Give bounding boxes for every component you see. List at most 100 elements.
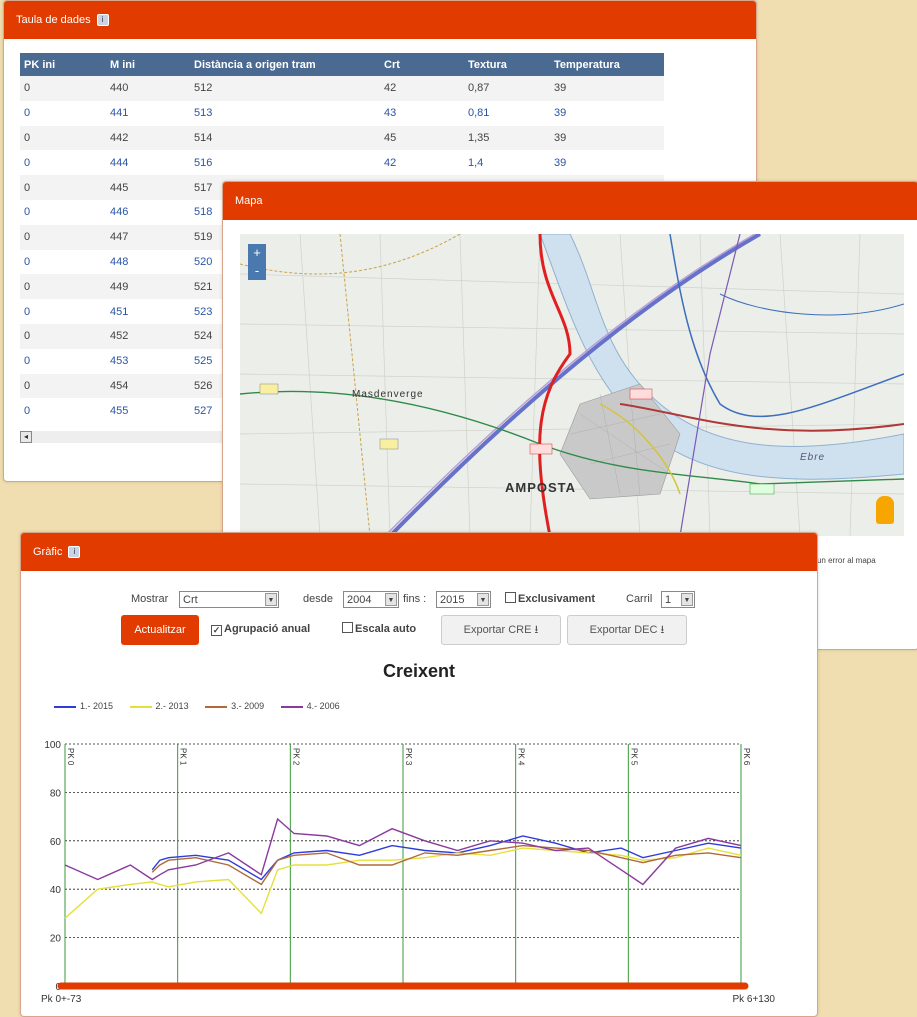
table-panel-header: Taula de dades i: [4, 1, 756, 39]
info-icon[interactable]: i: [96, 14, 109, 27]
mostrar-select[interactable]: Crt ▼: [179, 591, 279, 608]
column-header[interactable]: PK ini: [20, 53, 106, 76]
exclusivament-checkbox[interactable]: Exclusivament: [505, 591, 595, 608]
table-cell: 454: [106, 373, 190, 399]
table-cell: 514: [190, 125, 380, 151]
map-place-label: AMPOSTA: [505, 480, 577, 495]
line-chart: 020406080100PK 0PK 1PK 2PK 3PK 4PK 5PK 6…: [41, 740, 775, 1005]
table-cell: 0: [20, 323, 106, 349]
table-cell: 0: [24, 305, 31, 318]
table-cell: 449: [106, 274, 190, 300]
table-cell: 451: [110, 305, 129, 318]
agrupacio-checkbox[interactable]: ✓ Agrupació anual: [211, 621, 310, 638]
column-header[interactable]: M ini: [106, 53, 190, 76]
table-row[interactable]: 0 441 513 43 0,81 39: [20, 101, 664, 126]
table-cell: 444: [110, 156, 129, 169]
table-cell: 513: [194, 107, 213, 120]
download-icon: ⭳: [660, 624, 665, 636]
map-view[interactable]: Masdenverge AMPOSTA Ebre + -: [240, 234, 904, 536]
download-icon: ⭳: [534, 624, 539, 636]
exclusivament-label: Exclusivament: [518, 593, 596, 605]
export-cre-button[interactable]: Exportar CRE ⭳: [441, 615, 561, 645]
escala-auto-checkbox[interactable]: Escala auto: [342, 621, 416, 638]
table-cell: 39: [554, 107, 567, 120]
table-cell: 453: [110, 355, 129, 368]
zoom-out-button[interactable]: -: [248, 262, 266, 280]
fins-select-value: 2015: [440, 594, 465, 606]
table-cell: 0: [20, 373, 106, 399]
pk-marker-label: PK 3: [404, 748, 413, 766]
table-cell: 1,4: [468, 156, 484, 169]
chevron-down-icon: ▼: [681, 593, 693, 606]
table-panel-title: Taula de dades: [16, 14, 91, 26]
legend-swatch: [205, 705, 228, 708]
column-header[interactable]: Textura: [464, 53, 550, 76]
table-row[interactable]: 0 442 514 45 1,35 39: [20, 125, 664, 151]
chevron-down-icon: ▼: [385, 593, 397, 606]
table-cell: 0: [24, 206, 31, 219]
table-row[interactable]: 0 444 516 42 1,4 39: [20, 150, 664, 175]
legend-item[interactable]: 2.- 2013: [129, 701, 189, 711]
table-cell: 455: [110, 404, 129, 417]
zoom-in-button[interactable]: +: [248, 244, 266, 262]
table-cell: 446: [110, 206, 129, 219]
column-header[interactable]: Distància a origen tram: [190, 53, 380, 76]
column-header[interactable]: Temperatura: [550, 53, 664, 76]
table-cell: 0: [20, 125, 106, 151]
legend-item[interactable]: 1.- 2015: [54, 701, 113, 711]
chart-controls: Mostrar Crt ▼ desde 2004 ▼ fins : 2015 ▼…: [21, 587, 817, 657]
chevron-down-icon: ▼: [265, 593, 277, 606]
mostrar-select-value: Crt: [183, 594, 198, 606]
legend-swatch: [129, 705, 152, 708]
table-cell: 0,81: [468, 107, 490, 120]
street-view-pegman-icon[interactable]: [876, 496, 894, 524]
escala-auto-label: Escala auto: [355, 623, 417, 635]
y-tick-label: 80: [50, 788, 62, 799]
table-cell: 447: [106, 224, 190, 250]
pk-marker-label: PK 6: [742, 748, 751, 766]
table-cell: 0: [24, 156, 31, 169]
info-icon[interactable]: i: [68, 546, 81, 559]
table-cell: 448: [110, 255, 129, 268]
desde-select[interactable]: 2004 ▼: [343, 591, 399, 608]
export-dec-button[interactable]: Exportar DEC ⭳: [567, 615, 687, 645]
actualitzar-button[interactable]: Actualitzar: [121, 615, 199, 645]
column-header[interactable]: Crt: [380, 53, 464, 76]
checkbox-box[interactable]: [505, 592, 516, 603]
legend-label: 1.- 2015: [80, 701, 114, 711]
y-tick-label: 60: [50, 837, 62, 848]
table-cell: 0,87: [464, 76, 550, 101]
table-row[interactable]: 0 440 512 42 0,87 39: [20, 76, 664, 101]
chart-panel-title: Gràfic: [33, 546, 63, 558]
table-cell: 516: [194, 156, 213, 169]
table-cell: 441: [110, 107, 129, 120]
map-panel-title: Mapa: [235, 195, 263, 207]
table-cell: 452: [106, 323, 190, 349]
export-dec-label: Exportar DEC: [589, 624, 658, 636]
map-attribution[interactable]: d'un error al mapa: [811, 556, 914, 647]
legend-swatch: [54, 705, 76, 708]
pk-marker-label: PK 0: [66, 748, 75, 766]
map-place-label: Masdenverge: [352, 389, 424, 400]
table-cell: 0: [20, 224, 106, 250]
desde-select-value: 2004: [347, 594, 372, 606]
legend-swatch: [280, 705, 303, 708]
legend-item[interactable]: 4.- 2006: [280, 701, 340, 711]
legend-label: 2.- 2013: [155, 701, 189, 711]
y-tick-label: 20: [50, 934, 62, 945]
map-place-label: Ebre: [800, 452, 826, 463]
agrupacio-label: Agrupació anual: [224, 623, 311, 635]
table-cell: 39: [554, 156, 567, 169]
zoom-control: + -: [248, 244, 266, 280]
checkbox-checked-icon[interactable]: ✓: [211, 625, 222, 636]
table-cell: 0: [24, 404, 31, 417]
table-cell: 42: [380, 76, 464, 101]
table-cell: 43: [384, 107, 397, 120]
table-cell: 0: [20, 76, 106, 101]
scroll-left-icon[interactable]: ◂: [20, 431, 32, 443]
checkbox-box[interactable]: [342, 622, 353, 633]
table-cell: 445: [106, 175, 190, 200]
fins-select[interactable]: 2015 ▼: [436, 591, 491, 608]
carril-select[interactable]: 1 ▼: [661, 591, 695, 608]
legend-item[interactable]: 3.- 2009: [205, 701, 264, 711]
